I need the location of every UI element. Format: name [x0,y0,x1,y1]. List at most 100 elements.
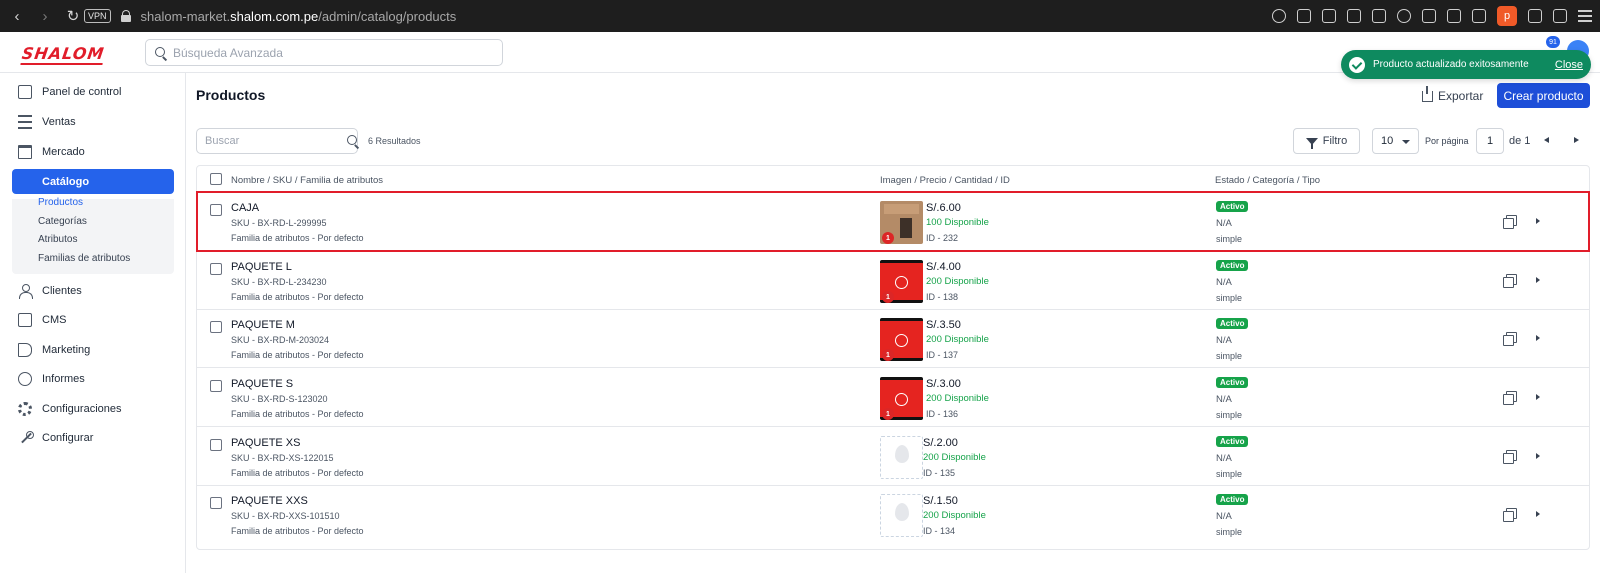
filter-icon [1305,137,1318,149]
table-row[interactable]: PAQUETE XXS SKU - BX-RD-XXS-101510 Famil… [197,485,1589,544]
product-stock: 200 Disponible [923,452,986,463]
chevron-right-icon[interactable] [1536,277,1540,283]
heart-icon[interactable] [1397,9,1411,23]
back-icon[interactable]: ‹ [10,8,24,25]
megaphone-icon [18,342,32,357]
sidebar-sub-attributes[interactable]: Atributos [38,234,77,245]
pin-icon[interactable] [1297,9,1311,23]
extension-doc-icon[interactable] [1472,9,1486,23]
extension-m-icon[interactable] [1422,9,1436,23]
copy-icon[interactable] [1503,508,1517,522]
toast-close-link[interactable]: Close [1555,59,1583,71]
smile-logo-icon [895,276,908,289]
sidebar-item-sales[interactable]: Ventas [12,109,174,134]
prev-page-icon[interactable] [1544,137,1549,143]
row-checkbox[interactable] [210,321,222,333]
product-id: ID - 232 [926,233,959,243]
vpn-badge[interactable]: VPN [84,9,111,23]
filter-button[interactable]: Filtro [1293,128,1360,154]
table-row[interactable]: PAQUETE L SKU - BX-RD-L-234230 Familia d… [197,251,1589,310]
page-input[interactable]: 1 [1476,128,1504,154]
copy-icon[interactable] [1503,332,1517,346]
row-checkbox[interactable] [210,380,222,392]
product-price: S/.3.00 [926,378,961,390]
row-checkbox[interactable] [210,204,222,216]
chevron-right-icon[interactable] [1536,453,1540,459]
address-bar[interactable]: shalom-market.shalom.com.pe/admin/catalo… [141,9,457,24]
export-button[interactable]: Exportar [1422,84,1483,108]
sidebar-item-dashboard[interactable]: Panel de control [12,79,174,104]
table-search-input[interactable] [205,135,347,147]
row-checkbox[interactable] [210,497,222,509]
image-placeholder-icon [880,436,923,479]
chevron-right-icon[interactable] [1536,511,1540,517]
copy-icon[interactable] [1503,391,1517,405]
sidebar-item-reports[interactable]: Informes [12,366,174,391]
row-checkbox[interactable] [210,263,222,275]
status-badge: Activo [1216,318,1249,329]
chevron-right-icon[interactable] [1536,218,1540,224]
product-type: simple [1216,351,1243,361]
sidebar-sub-attribute-families[interactable]: Familias de atributos [38,253,130,264]
sidebar-item-label: Panel de control [42,85,122,98]
global-search[interactable] [145,39,503,66]
sidebar-item-settings[interactable]: Configuraciones [12,396,174,421]
product-price: S/.6.00 [926,202,961,214]
sidebar-item-customers[interactable]: Clientes [12,278,174,303]
send-icon[interactable] [1372,9,1386,23]
reload-icon[interactable]: ↻ [66,7,80,25]
chevron-right-icon[interactable] [1536,394,1540,400]
table-search[interactable] [196,128,358,154]
copy-icon[interactable] [1503,274,1517,288]
global-search-input[interactable] [173,45,473,60]
wrench-icon [18,430,34,445]
row-checkbox[interactable] [210,439,222,451]
copy-icon[interactable] [1503,450,1517,464]
filter-label: Filtro [1322,135,1348,147]
per-page-select[interactable]: 10 [1372,128,1419,154]
product-name: PAQUETE M [231,319,295,331]
sidebar-item-catalog[interactable]: Catálogo [12,169,1073,215]
search-icon[interactable] [347,135,357,147]
copy-icon[interactable] [1503,215,1517,229]
extension-badge-icon[interactable] [1447,9,1461,23]
sidebar-item-marketing[interactable]: Marketing [12,337,174,362]
shalom-logo[interactable]: SHALOM [21,44,106,63]
table-row[interactable]: PAQUETE XS SKU - BX-RD-XS-122015 Familia… [197,427,1589,486]
select-all-checkbox[interactable] [210,173,222,185]
table-row[interactable]: PAQUETE M SKU - BX-RD-M-203024 Familia d… [197,309,1589,368]
sidebar-item-configure[interactable]: Configurar [12,425,174,450]
results-count: 6 Resultados [368,136,421,146]
toast-message: Producto actualizado exitosamente [1373,59,1529,70]
notification-badge[interactable]: 91 [1546,36,1560,48]
sidebar-item-market[interactable]: Mercado [12,139,174,164]
menu-icon[interactable] [1578,10,1592,22]
sidebar-sub-categories[interactable]: Categorías [38,216,87,227]
product-price: S/.1.50 [923,495,958,507]
forward-icon[interactable]: › [38,8,52,25]
table-row[interactable]: CAJA SKU - BX-RD-L-299995 Familia de atr… [196,191,1590,252]
product-sku: SKU - BX-RD-L-299995 [231,218,327,228]
product-name: PAQUETE XXS [231,495,308,507]
next-page-icon[interactable] [1574,137,1579,143]
sidebar-sub-products[interactable]: Productos [38,197,83,208]
download-icon[interactable] [1553,9,1567,23]
product-sku: SKU - BX-RD-L-234230 [231,277,327,287]
chevron-right-icon[interactable] [1536,335,1540,341]
sidebar-item-label: Configurar [42,431,94,444]
blocker-icon[interactable] [1347,9,1361,23]
lock-icon[interactable] [120,10,131,22]
table-row[interactable]: PAQUETE S SKU - BX-RD-S-123020 Familia d… [197,368,1589,427]
profile-button[interactable]: p [1497,6,1517,26]
product-stock: 200 Disponible [926,393,989,404]
puzzle-icon[interactable] [1528,9,1542,23]
zoom-icon[interactable] [1272,9,1286,23]
smile-logo-icon [895,393,908,406]
sidebar-item-cms[interactable]: CMS [12,307,174,332]
page-total: de 1 [1509,135,1531,147]
status-badge: Activo [1216,436,1249,447]
screenshot-icon[interactable] [1322,9,1336,23]
browser-actions: p [1272,0,1592,32]
product-stock: 200 Disponible [926,334,989,345]
create-product-button[interactable]: Crear producto [1497,83,1590,108]
